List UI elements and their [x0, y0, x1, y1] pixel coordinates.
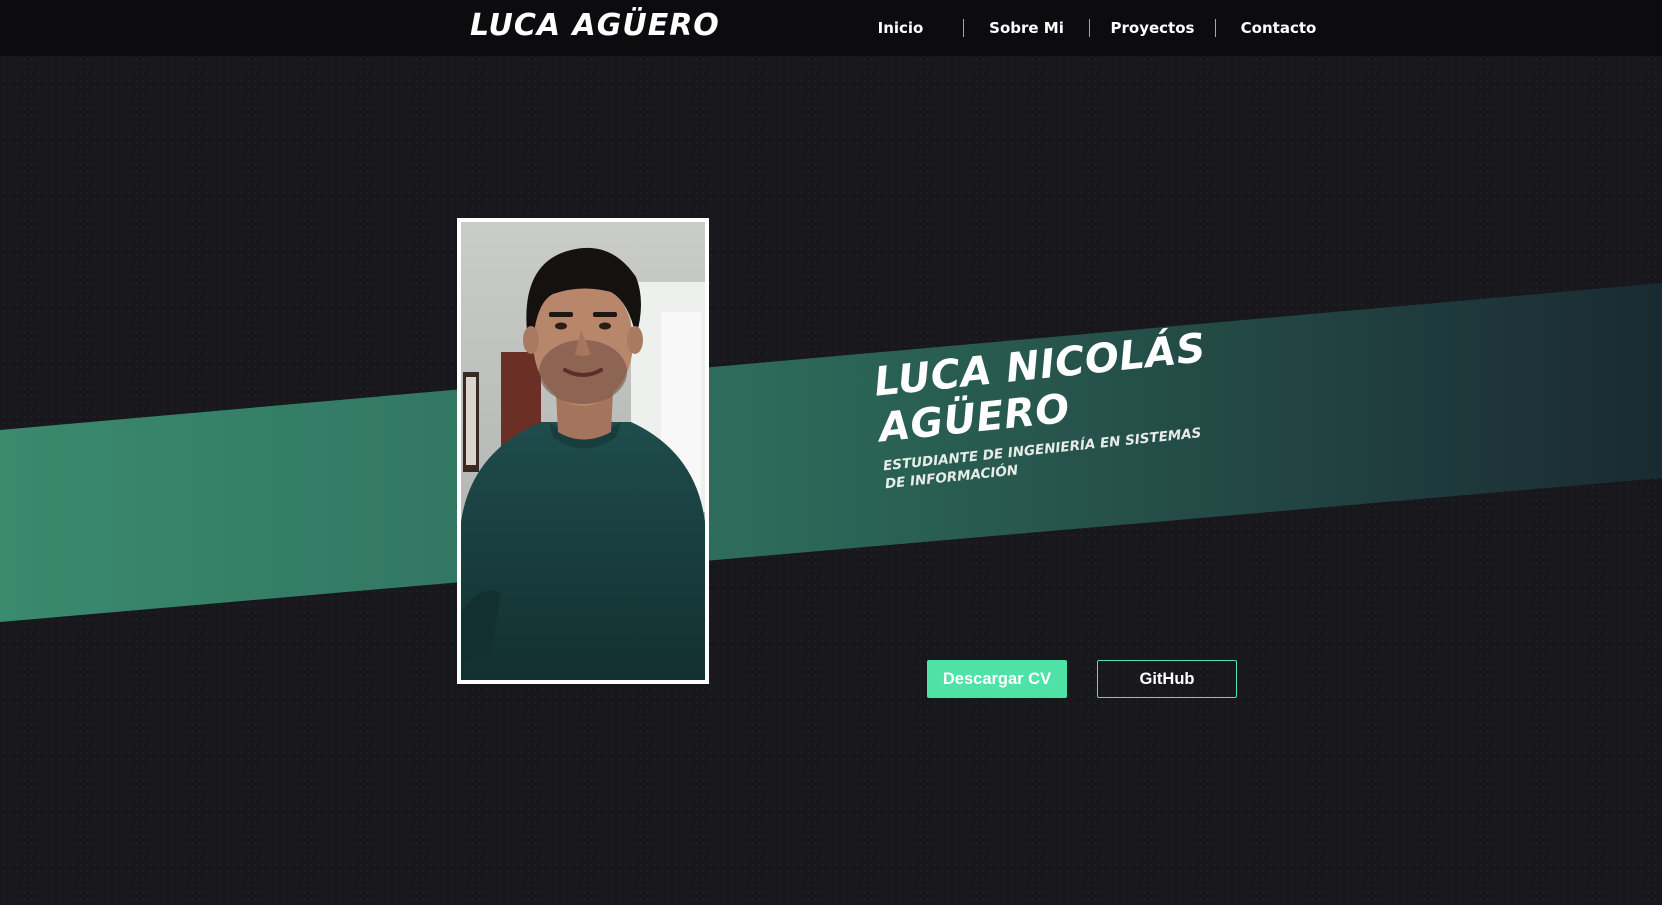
page: LUCA AGÜERO Inicio Sobre Mi Proyectos Co… [0, 0, 1662, 905]
brand-logo[interactable]: LUCA AGÜERO [470, 8, 720, 43]
nav-item-sobre-mi[interactable]: Sobre Mi [964, 19, 1089, 37]
nav-item-proyectos[interactable]: Proyectos [1090, 19, 1215, 37]
diagonal-banner [0, 283, 1662, 622]
main-nav: Inicio Sobre Mi Proyectos Contacto [838, 0, 1341, 56]
github-button[interactable]: GitHub [1097, 660, 1237, 698]
profile-photo-icon [461, 222, 705, 680]
profile-photo [457, 218, 709, 684]
download-cv-button[interactable]: Descargar CV [927, 660, 1067, 698]
nav-item-contacto[interactable]: Contacto [1216, 19, 1341, 37]
top-navbar: LUCA AGÜERO Inicio Sobre Mi Proyectos Co… [0, 0, 1662, 56]
nav-item-inicio[interactable]: Inicio [838, 19, 963, 37]
